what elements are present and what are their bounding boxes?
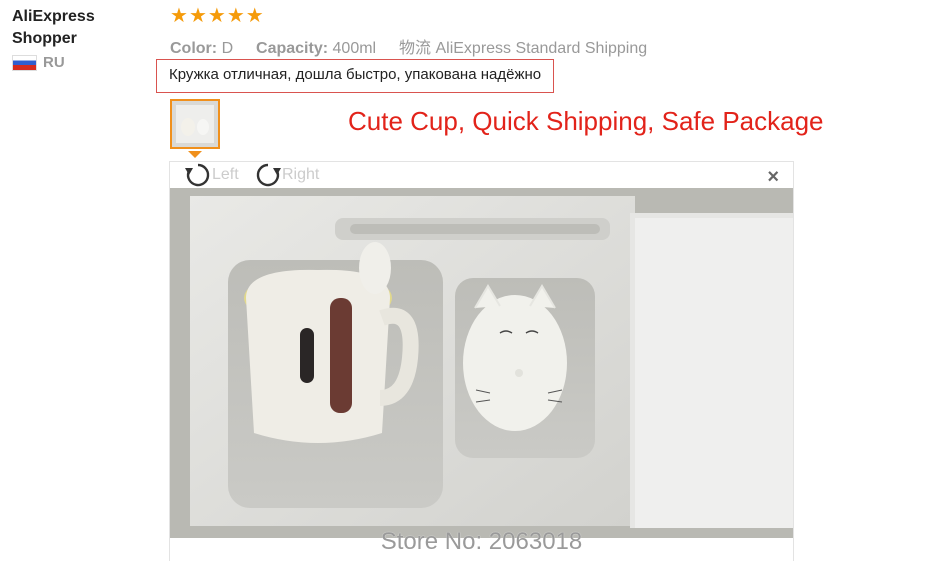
reviewer-name: AliExpress Shopper (12, 8, 95, 47)
store-watermark: Store No: 2063018 (380, 528, 583, 555)
star-icon: ★ (207, 5, 226, 27)
country-code: RU (43, 54, 65, 71)
star-icon: ★ (226, 5, 245, 27)
russia-flag-icon (12, 54, 37, 71)
shipping-method: AliExpress Standard Shipping (435, 40, 648, 57)
packaged-mugs-photo (170, 188, 793, 538)
review-annotation: Cute Cup, Quick Shipping, Safe Package (348, 106, 824, 136)
shipping-prefix: 物流 (399, 40, 432, 57)
rotate-left-label: Left (212, 166, 239, 183)
reviewer-country: RU (12, 54, 152, 71)
color-label: Color: (170, 40, 218, 57)
capacity-label: Capacity: (256, 40, 329, 57)
star-icon: ★ (170, 5, 188, 27)
photo-viewer: Left Right × Store No: 2063018 (169, 161, 794, 561)
star-icon: ★ (188, 5, 207, 27)
thumbnail-pointer-icon (188, 151, 202, 158)
rotate-right-button[interactable]: Right (254, 162, 319, 188)
star-icon: ★ (245, 5, 264, 27)
rotate-left-button[interactable]: Left (184, 162, 239, 188)
photo-thumbnail[interactable] (170, 99, 220, 149)
color-value: D (221, 40, 234, 57)
star-rating: ★ ★ ★ ★ ★ (170, 6, 264, 26)
rotate-left-icon (185, 163, 210, 187)
feedback-text: Кружка отличная, дошла быстро, упакована… (156, 59, 555, 93)
rotate-right-icon (256, 163, 281, 187)
thumbnail-image (172, 101, 218, 147)
review-photo (170, 188, 793, 538)
capacity-value: 400ml (332, 40, 377, 57)
order-attributes: Color: D Capacity: 400ml 物流 AliExpress S… (170, 34, 647, 58)
reviewer-info: AliExpress Shopper RU (12, 6, 152, 71)
rotate-right-label: Right (282, 166, 320, 183)
close-viewer-button[interactable]: × (767, 166, 779, 189)
